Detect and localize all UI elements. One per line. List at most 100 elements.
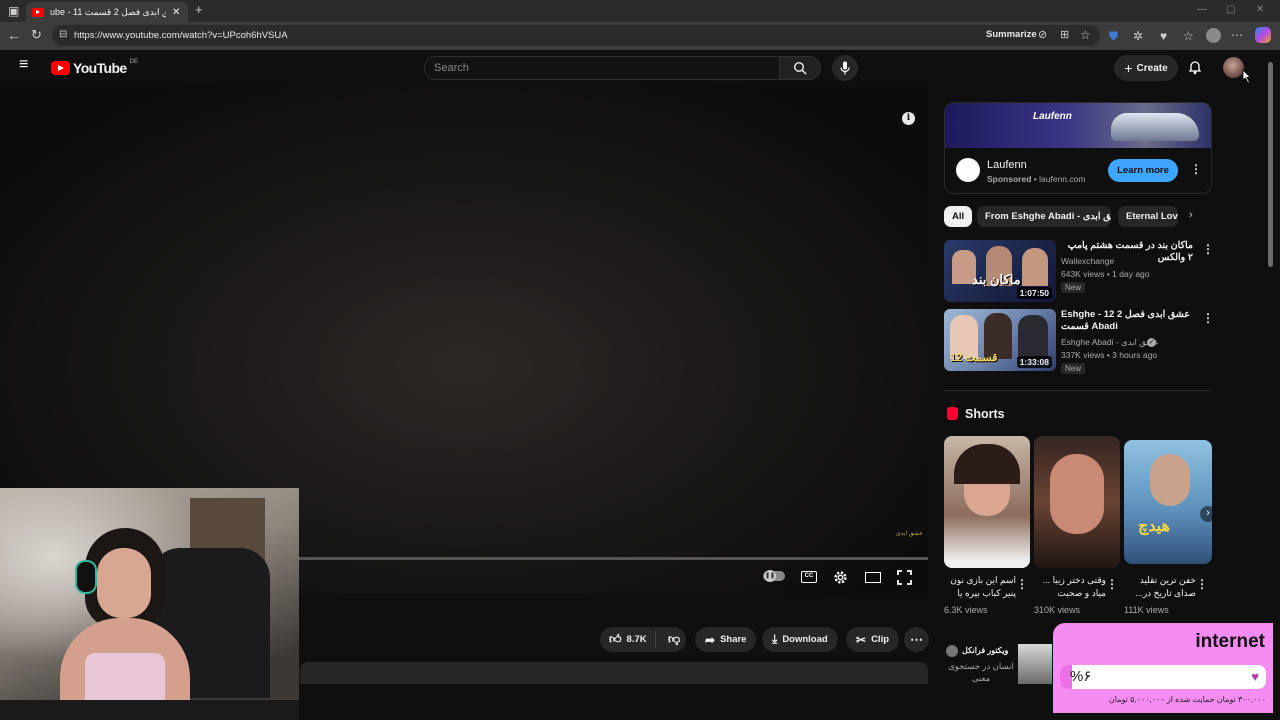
donation-caption: ۳۰۰,۰۰۰ تومان حمایت شده از ۵,۰۰۰,۰۰۰ توم… xyxy=(1108,695,1266,704)
shorts-logo-icon xyxy=(947,407,958,420)
thumbnail-text: قسمت 12 xyxy=(950,352,998,364)
short-views: 111K views xyxy=(1124,605,1169,615)
profile-avatar-icon[interactable] xyxy=(1206,28,1221,43)
read-aloud-icon[interactable]: ⊘ xyxy=(1038,28,1047,42)
copilot-icon[interactable] xyxy=(1255,27,1271,43)
notifications-bell-icon[interactable] xyxy=(1188,60,1202,75)
recommendation-item[interactable]: ماکان بند 1:07:50 ماکان بند در قسمت هشتم… xyxy=(944,240,1214,304)
donation-percent: %۶ xyxy=(1070,668,1092,685)
video-menu-icon[interactable]: ⋮ xyxy=(1202,242,1214,256)
short-menu-icon[interactable]: ⋮ xyxy=(1106,577,1118,591)
tab-actions-icon[interactable]: ▣ xyxy=(8,4,19,18)
fullscreen-icon[interactable] xyxy=(897,570,912,585)
dislike-button[interactable]: 👎︎ xyxy=(661,632,680,647)
chip-all[interactable]: All xyxy=(944,206,973,227)
search-input[interactable]: Search xyxy=(424,56,780,80)
browser-essentials-icon[interactable]: ♥ xyxy=(1160,29,1167,43)
donation-title: internet xyxy=(1195,631,1265,652)
ad-menu-icon[interactable]: ⋮ xyxy=(1190,162,1202,176)
extension-puzzle-icon[interactable]: ✲ xyxy=(1133,29,1143,43)
autoplay-toggle[interactable]: ❚❚ xyxy=(763,570,785,582)
face xyxy=(97,548,151,618)
shorts-next-chevron-icon[interactable]: › xyxy=(1200,506,1212,522)
channel-name[interactable]: Eshghe Abadi - عشق ابدی xyxy=(1061,337,1159,348)
search-button[interactable] xyxy=(779,56,821,80)
next-item-thumbnail[interactable] xyxy=(1018,644,1052,684)
chip-from-channel[interactable]: From Eshghe Abadi - عشق ابدی xyxy=(977,206,1111,227)
voice-search-button[interactable] xyxy=(832,55,858,81)
thumbs-up-icon: 👍︎ xyxy=(609,632,622,646)
video-title[interactable]: Eshghe - 12 عشق ابدی فصل 2 قسمت Abadi xyxy=(1061,309,1193,333)
short-title[interactable]: وقتی دختر زیبا ... میاد و صحبت xyxy=(1034,574,1106,600)
download-label: Download xyxy=(782,634,828,645)
short-thumbnail[interactable] xyxy=(1034,436,1120,568)
theater-mode-icon[interactable] xyxy=(865,572,881,583)
site-info-icon[interactable]: ⊟ xyxy=(59,28,67,42)
page-scrollbar[interactable] xyxy=(1268,62,1273,267)
share-button[interactable]: ➦ Share xyxy=(695,627,757,652)
next-item-channel[interactable]: ویکتور فرانکل xyxy=(962,646,1008,655)
more-actions-button[interactable]: ⋯ xyxy=(904,627,929,652)
app-available-icon[interactable]: ⊞ xyxy=(1060,28,1069,42)
youtube-play-logo-icon xyxy=(51,61,70,75)
address-bar[interactable]: ⊟ https://www.youtube.com/watch?v=UPcoh6… xyxy=(52,25,1100,46)
microphone-icon xyxy=(840,61,850,75)
short-views: 310K views xyxy=(1034,605,1081,615)
short-thumbnail[interactable] xyxy=(944,436,1030,568)
more-menu-icon[interactable]: ⋯ xyxy=(1231,28,1243,42)
maximize-icon[interactable]: ▢ xyxy=(1226,3,1235,17)
browser-tab[interactable]: ube - عشق ابدی فصل 2 قسمت 11 ✕ xyxy=(26,2,188,22)
like-count: 8.7K xyxy=(626,634,647,645)
verified-check-icon: ✓ xyxy=(1147,338,1156,347)
desk xyxy=(0,700,299,720)
hamburger-menu-icon[interactable]: ≡ xyxy=(19,57,28,73)
recommendation-item[interactable]: قسمت 12 1:33:08 Eshghe - 12 عشق ابدی فصل… xyxy=(944,309,1214,374)
channel-avatar[interactable] xyxy=(946,645,958,657)
sponsored-label: Sponsored xyxy=(987,174,1032,184)
ad-banner[interactable]: Laufenn xyxy=(945,103,1211,148)
youtube-logo[interactable]: YouTube DE xyxy=(51,59,138,76)
short-title[interactable]: اسم این بازی نون پنیر کباب بیره یا xyxy=(944,574,1016,600)
channel-name[interactable]: Wallexchange xyxy=(1061,256,1114,266)
webcam-overlay xyxy=(0,488,299,720)
mouse-cursor-icon xyxy=(1242,69,1251,84)
short-menu-icon[interactable]: ⋮ xyxy=(1196,577,1208,591)
create-button[interactable]: + Create xyxy=(1114,55,1178,81)
chip-eternal-love[interactable]: Eternal Love xyxy=(1118,206,1178,227)
scissors-icon: ✂ xyxy=(856,632,867,647)
summarize-button[interactable]: Summarize xyxy=(986,29,1037,40)
video-menu-icon[interactable]: ⋮ xyxy=(1202,311,1214,325)
short-menu-icon[interactable]: ⋮ xyxy=(1016,577,1028,591)
extension-shield-icon[interactable]: ⛊ xyxy=(1109,29,1118,43)
chips-next-chevron-icon[interactable]: › xyxy=(1189,209,1193,221)
like-dislike-group: 👍︎ 8.7K 👎︎ xyxy=(600,627,686,652)
browser-toolbar: ← ↻ ⊟ https://www.youtube.com/watch?v=UP… xyxy=(0,22,1280,50)
minimize-icon[interactable]: — xyxy=(1197,3,1207,17)
close-tab-icon[interactable]: ✕ xyxy=(172,7,180,18)
settings-gear-icon[interactable] xyxy=(833,570,848,585)
learn-more-button[interactable]: Learn more xyxy=(1108,159,1178,182)
info-icon[interactable]: i xyxy=(902,112,915,125)
advertiser-name: Laufenn xyxy=(987,159,1027,171)
video-thumbnail: ماکان بند 1:07:50 xyxy=(944,240,1056,302)
subtitles-cc-icon[interactable]: CC xyxy=(801,571,817,583)
favorite-star-icon[interactable]: ☆ xyxy=(1080,28,1091,42)
clip-button[interactable]: ✂ Clip xyxy=(846,627,900,652)
back-icon[interactable]: ← xyxy=(7,28,21,42)
download-icon: ⤓ xyxy=(772,632,778,646)
close-window-icon[interactable]: ✕ xyxy=(1256,3,1264,17)
reload-icon[interactable]: ↻ xyxy=(31,28,42,42)
download-button[interactable]: ⤓ Download xyxy=(762,627,838,652)
like-button[interactable]: 👍︎ 8.7K xyxy=(600,631,656,648)
ad-card[interactable]: Laufenn Laufenn Sponsored • laufenn.com … xyxy=(944,102,1212,194)
youtube-header: ≡ YouTube DE Search + Create xyxy=(0,50,1280,86)
tab-title: ube - عشق ابدی فصل 2 قسمت 11 xyxy=(50,6,166,17)
share-arrow-icon: ➦ xyxy=(705,632,716,647)
short-title[interactable]: خفن ترین تقلید صدای تاریخ در... xyxy=(1124,574,1196,600)
favorites-icon[interactable]: ☆ xyxy=(1183,29,1194,43)
short-thumbnail[interactable]: هیدچ › xyxy=(1124,440,1212,564)
youtube-logo-text: YouTube xyxy=(73,60,127,76)
short-views: 6.3K views xyxy=(944,605,988,615)
description-box[interactable] xyxy=(300,662,928,684)
new-tab-icon[interactable]: + xyxy=(195,3,203,17)
